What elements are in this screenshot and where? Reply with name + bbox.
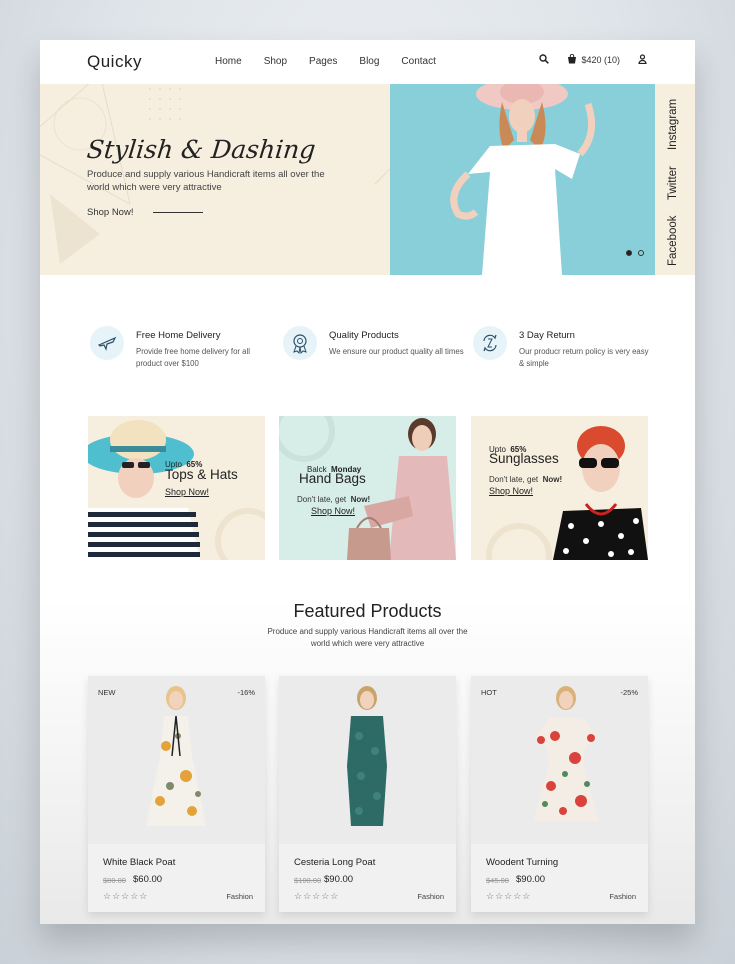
- cta-underline: [153, 212, 203, 213]
- product-price: $60.00: [133, 874, 163, 885]
- award-badge-icon: [283, 326, 317, 360]
- section-subtitle: Produce and supply various Handicraft it…: [267, 627, 468, 648]
- floral-red-dress-image: [533, 686, 599, 821]
- product-name[interactable]: Woodent Turning: [486, 857, 558, 868]
- nav-contact[interactable]: Contact: [401, 56, 435, 67]
- old-price: $100.00: [294, 876, 322, 885]
- promo-tops-hats[interactable]: Upto 65% Tops & Hats Shop Now!: [88, 416, 265, 560]
- nav-home[interactable]: Home: [215, 56, 242, 67]
- hero-title: Stylish & Dashing: [85, 135, 317, 164]
- product-name[interactable]: White Black Poat: [103, 857, 175, 868]
- search-icon[interactable]: [539, 54, 550, 66]
- feature-desc: Our producr return policy is very easy &…: [519, 347, 649, 368]
- promo-hand-bags[interactable]: Balck Monday Hand Bags Don't late, get N…: [279, 416, 456, 560]
- discount-label: -25%: [620, 688, 638, 697]
- promo-note-text: Don't late, get: [489, 475, 539, 484]
- lace-dress-image: [347, 686, 387, 826]
- hero-shop-now-link[interactable]: Shop Now!: [87, 207, 133, 218]
- nav-shop[interactable]: Shop: [264, 56, 287, 67]
- promo-shop-now-link[interactable]: Shop Now!: [165, 487, 209, 497]
- logo[interactable]: Quicky: [87, 52, 142, 72]
- hero-image: [390, 84, 655, 275]
- promo-title: Hand Bags: [299, 471, 366, 486]
- slider-dot-2[interactable]: [638, 250, 644, 256]
- star-rating-icon: ☆☆☆☆☆: [294, 891, 340, 901]
- bag-model-image: [279, 416, 456, 560]
- instagram-link[interactable]: Instagram: [667, 99, 679, 150]
- product-badge: HOT: [481, 688, 497, 697]
- promo-title: Tops & Hats: [165, 467, 238, 482]
- old-price: $80.00: [103, 876, 126, 885]
- page: Quicky Home Shop Pages Blog Contact $420…: [40, 40, 695, 924]
- section-title: Featured Products: [293, 601, 442, 621]
- feature-desc: Provide free home delivery for all produ…: [136, 347, 250, 368]
- airplane-icon: [90, 326, 124, 360]
- product-price: $90.00: [324, 874, 354, 885]
- cart-total[interactable]: $420 (10): [581, 55, 620, 65]
- slider-dots: [626, 250, 644, 256]
- product-image[interactable]: [471, 676, 648, 844]
- feature-title: Quality Products: [329, 330, 399, 341]
- product-name[interactable]: Cesteria Long Poat: [294, 857, 375, 868]
- product-image[interactable]: [279, 676, 456, 844]
- product-card[interactable]: NEW -16% White Black Poat $80.00 $60.00 …: [88, 676, 265, 912]
- promo-note-bold: Now!: [542, 475, 563, 484]
- nav-pages[interactable]: Pages: [309, 56, 337, 67]
- return-arrows-icon: [473, 326, 507, 360]
- main-nav: Home Shop Pages Blog Contact: [215, 56, 458, 67]
- product-price: $90.00: [516, 874, 546, 885]
- feature-title: 3 Day Return: [519, 330, 575, 341]
- old-price: $45.00: [486, 876, 509, 885]
- promo-sunglasses[interactable]: Upto 65% Sunglasses Don't late, get Now!…: [471, 416, 648, 560]
- product-category[interactable]: Fashion: [226, 892, 253, 901]
- promo-note-bold: Now!: [350, 495, 371, 504]
- product-category[interactable]: Fashion: [609, 892, 636, 901]
- cart-icon[interactable]: [567, 53, 577, 66]
- star-rating-icon: ☆☆☆☆☆: [103, 891, 149, 901]
- slider-dot-1[interactable]: [626, 250, 632, 256]
- product-category[interactable]: Fashion: [417, 892, 444, 901]
- twitter-link[interactable]: Twitter: [667, 166, 679, 200]
- product-image[interactable]: [88, 676, 265, 844]
- facebook-link[interactable]: Facebook: [667, 215, 679, 266]
- feature-title: Free Home Delivery: [136, 330, 221, 341]
- nav-blog[interactable]: Blog: [359, 56, 379, 67]
- product-badge: NEW: [98, 688, 116, 697]
- promo-shop-now-link[interactable]: Shop Now!: [311, 506, 355, 516]
- feature-desc: We ensure our product quality all times: [329, 347, 464, 356]
- model-photo: [450, 84, 596, 275]
- discount-label: -16%: [237, 688, 255, 697]
- floral-dress-image: [146, 686, 206, 826]
- promo-shop-now-link[interactable]: Shop Now!: [489, 486, 533, 496]
- promo-note-text: Don't late, get: [297, 495, 347, 504]
- header-actions: $420 (10): [539, 53, 647, 66]
- star-rating-icon: ☆☆☆☆☆: [486, 891, 532, 901]
- product-card[interactable]: HOT -25% Woodent Turning $45.00 $90.00 ☆…: [471, 676, 648, 912]
- promo-note: Don't late, get Now!: [297, 489, 370, 507]
- user-icon[interactable]: [638, 54, 647, 66]
- promo-title: Sunglasses: [489, 451, 559, 466]
- promo-note: Don't late, get Now!: [489, 469, 562, 487]
- hero-subtitle: Produce and supply various Handicraft it…: [87, 169, 325, 193]
- product-card[interactable]: Cesteria Long Poat $100.00 $90.00 ☆☆☆☆☆ …: [279, 676, 456, 912]
